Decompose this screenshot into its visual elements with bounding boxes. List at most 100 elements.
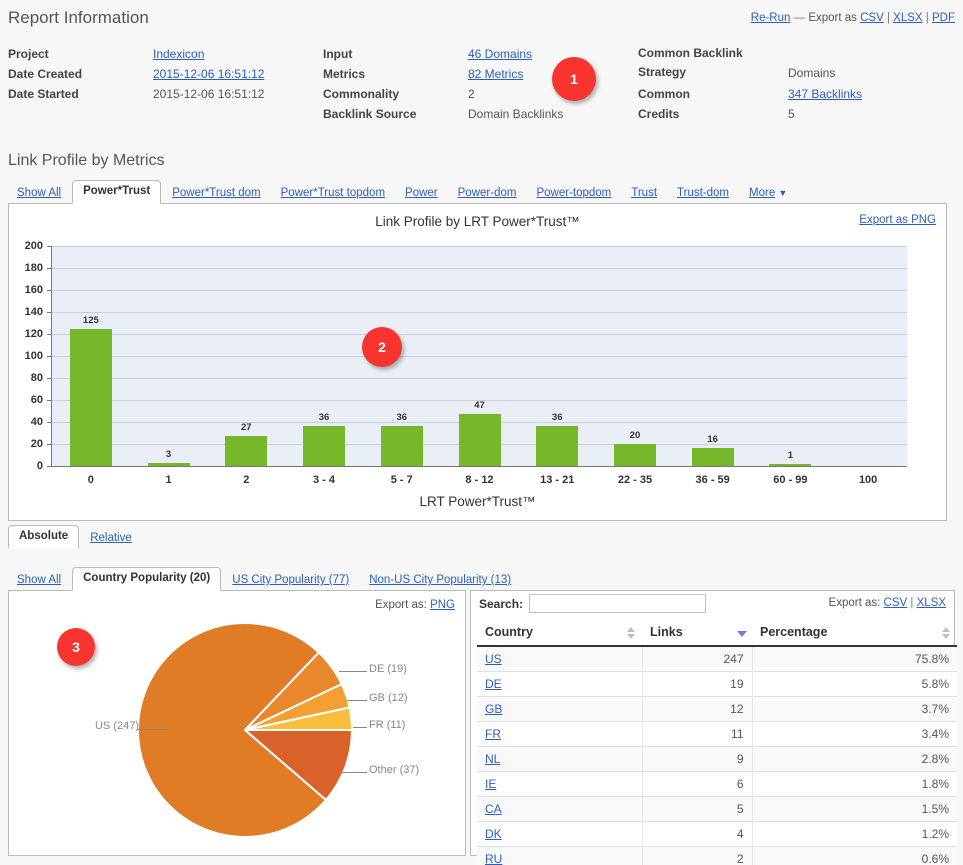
y-axis-tick-label: 20: [30, 438, 43, 450]
tab-us-city-popularity[interactable]: US City Popularity (77): [223, 570, 358, 591]
re-run-link[interactable]: Re-Run: [751, 12, 791, 24]
tab-power-trust-topdom[interactable]: Power*Trust topdom: [272, 183, 394, 204]
sort-descending-icon-links[interactable]: [737, 627, 747, 639]
tab-absolute[interactable]: Absolute: [8, 525, 80, 549]
export-csv-link[interactable]: CSV: [860, 12, 884, 24]
column-header-country[interactable]: Country: [477, 621, 642, 647]
gridline: [52, 334, 907, 335]
column-header-links-label: Links: [650, 625, 683, 639]
cell-country: US: [477, 646, 643, 672]
tab-non-us-city-popularity[interactable]: Non-US City Popularity (13): [360, 570, 520, 591]
search-input[interactable]: [529, 594, 706, 613]
country-link-us[interactable]: US: [485, 652, 502, 666]
column-header-links[interactable]: Links: [642, 621, 752, 647]
cell-country: DK: [477, 821, 643, 847]
country-popularity-table: Country Links Percentage US 247 75.8% DE 19 5…: [477, 621, 957, 865]
bar-value-label: 3: [165, 448, 172, 460]
tab-power-trust-dom[interactable]: Power*Trust dom: [163, 183, 269, 204]
tab-trust[interactable]: Trust: [622, 183, 666, 204]
export-pdf-link[interactable]: PDF: [932, 12, 955, 24]
tab-power-dom[interactable]: Power-dom: [449, 183, 526, 204]
y-axis-tick-label: 160: [24, 284, 43, 296]
export-csv-link-table[interactable]: CSV: [884, 597, 908, 609]
x-axis-tick-label: 3 - 4: [313, 474, 336, 486]
date-created-link[interactable]: 2015-12-06 16:51:12: [153, 67, 264, 81]
common-backlinks-link[interactable]: 347 Backlinks: [788, 87, 862, 101]
tab-power-topdom[interactable]: Power-topdom: [527, 183, 620, 204]
column-header-percentage-label: Percentage: [760, 625, 828, 639]
cell-country: IE: [477, 771, 643, 797]
country-link-de[interactable]: DE: [485, 677, 502, 691]
metrics-tabstrip: Show All Power*Trust Power*Trust dom Pow…: [8, 180, 955, 204]
country-link-dk[interactable]: DK: [485, 827, 502, 841]
export-as-label: Export as: [808, 12, 857, 24]
cell-country: FR: [477, 721, 643, 747]
bar-value-label: 16: [707, 434, 718, 446]
marker-badge-3: 3: [57, 628, 95, 666]
table-row: US 247 75.8%: [477, 646, 957, 672]
bar-5-7[interactable]: [380, 426, 423, 466]
bar-2[interactable]: [225, 436, 268, 466]
table-row: DK 4 1.2%: [477, 821, 957, 847]
x-axis-tick-label: 1: [165, 474, 172, 486]
country-link-ie[interactable]: IE: [485, 777, 496, 791]
pie-label-other: Other (37): [369, 764, 420, 776]
export-png-link-bar[interactable]: Export as PNG: [859, 214, 936, 226]
export-xlsx-link-table[interactable]: XLSX: [917, 597, 946, 609]
tab-show-all[interactable]: Show All: [8, 183, 70, 204]
value-input: 46 Domains: [468, 44, 563, 64]
cell-links: 5: [642, 796, 753, 822]
info-labels-3: Common Backlink Strategy Common Credits: [638, 44, 788, 124]
tab-power[interactable]: Power: [396, 183, 447, 204]
value-date-started: 2015-12-06 16:51:12: [153, 87, 265, 101]
bar-8-12[interactable]: [458, 414, 501, 466]
cell-links: 4: [642, 821, 753, 847]
export-xlsx-link[interactable]: XLSX: [893, 12, 922, 24]
x-axis-tick-label: 5 - 7: [390, 474, 413, 486]
y-axis-tick-label: 140: [24, 306, 43, 318]
tab-relative[interactable]: Relative: [81, 528, 141, 549]
tab-country-popularity[interactable]: Country Popularity (20): [72, 567, 222, 591]
country-link-ca[interactable]: CA: [485, 802, 502, 816]
pie-leader-line: [339, 772, 367, 773]
pie-label-us: US (247): [94, 720, 139, 732]
country-link-nl[interactable]: NL: [485, 752, 500, 766]
y-axis-tick-label: 80: [30, 372, 43, 384]
tab-trust-dom[interactable]: Trust-dom: [668, 183, 738, 204]
bar-22-35[interactable]: [613, 444, 656, 466]
country-link-ru[interactable]: RU: [485, 852, 502, 865]
project-link[interactable]: Indexicon: [153, 47, 204, 61]
bar-3-4[interactable]: [303, 426, 346, 466]
table-export-pipe: |: [910, 597, 914, 609]
bar-value-label: 47: [474, 400, 485, 412]
metrics-link[interactable]: 82 Metrics: [468, 67, 523, 81]
country-link-gb[interactable]: GB: [485, 702, 502, 716]
gridline: [52, 268, 907, 269]
tab-power-trust[interactable]: Power*Trust: [72, 180, 162, 204]
bar-chart-title: Link Profile by LRT Power*Trust™: [375, 214, 580, 229]
bar-36-59[interactable]: [691, 448, 734, 466]
cell-links: 6: [642, 771, 753, 797]
tab-more[interactable]: More ▼: [740, 183, 796, 204]
tab-popularity-show-all[interactable]: Show All: [8, 570, 70, 591]
sort-both-icon-country[interactable]: [627, 627, 636, 639]
input-domains-link[interactable]: 46 Domains: [468, 47, 532, 61]
bar-13-21[interactable]: [536, 426, 579, 466]
value-credits: 5: [788, 107, 795, 121]
cell-country: DE: [477, 671, 643, 697]
info-labels-2: Input Metrics Commonality Backlink Sourc…: [323, 44, 468, 124]
cell-percentage: 2.8%: [752, 746, 957, 772]
label-metrics: Metrics: [323, 67, 366, 81]
bar-0[interactable]: [69, 328, 112, 466]
bar-value-label: 125: [82, 314, 99, 326]
country-link-fr[interactable]: FR: [485, 727, 501, 741]
gridline: [52, 312, 907, 313]
x-axis-tick-label: 60 - 99: [773, 474, 808, 486]
sort-both-icon-percentage[interactable]: [942, 627, 951, 639]
column-header-percentage[interactable]: Percentage: [752, 621, 957, 647]
label-credits: Credits: [638, 107, 680, 121]
pie-leader-line: [353, 727, 367, 728]
y-axis-line: [51, 246, 52, 467]
table-export-block: Export as: CSV | XLSX: [829, 597, 946, 609]
bar-value-label: 36: [551, 412, 563, 424]
